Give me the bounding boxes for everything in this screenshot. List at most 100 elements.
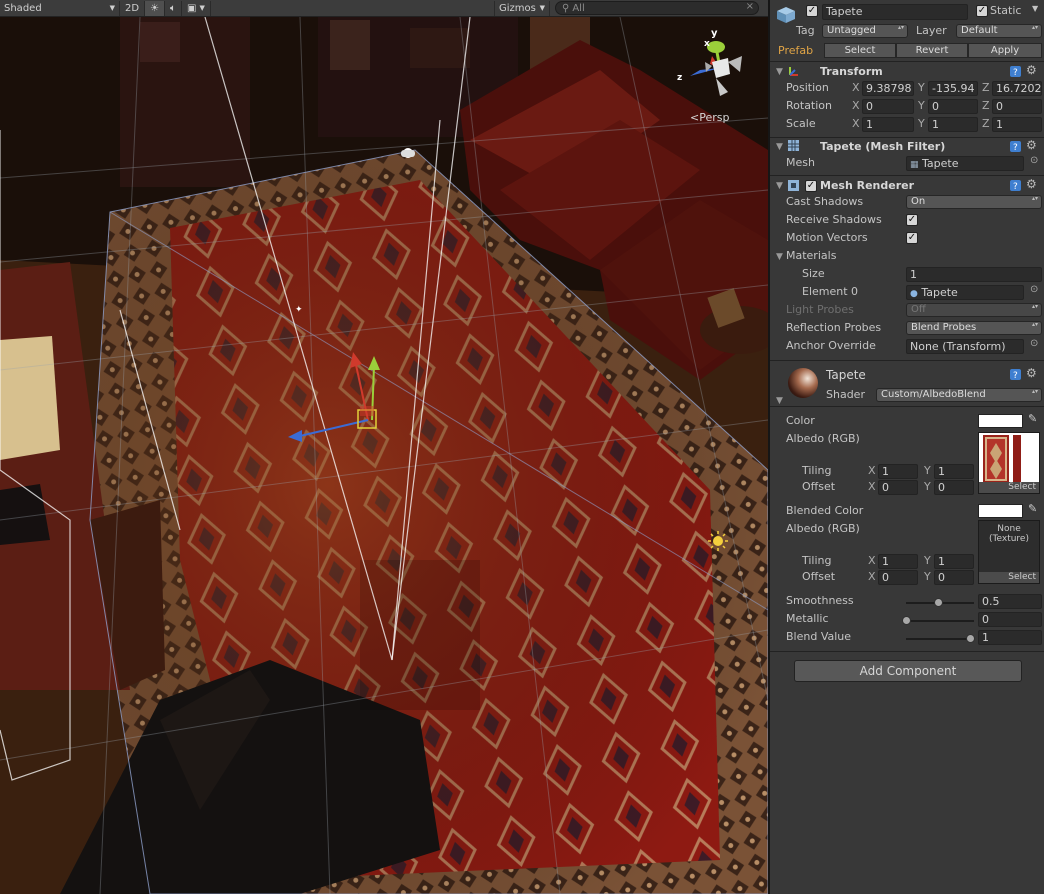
offset2-y-field[interactable]: 0 (934, 570, 974, 585)
gizmos-dropdown[interactable]: Gizmos ▼ (494, 0, 550, 16)
color-swatch[interactable] (978, 414, 1023, 428)
cast-shadows-label: Cast Shadows (786, 195, 864, 208)
none-texture-line2: (Texture) (989, 534, 1029, 544)
mesh-renderer-foldout-arrow-icon[interactable]: ▼ (776, 181, 783, 191)
material-help-icon[interactable]: ? (1010, 369, 1021, 381)
tiling-x-label: X (868, 464, 876, 477)
mesh-renderer-enabled-checkbox[interactable]: ✓ (805, 180, 817, 192)
metallic-slider-track[interactable] (906, 620, 974, 622)
blend-slider-handle[interactable] (966, 634, 975, 643)
scene-view[interactable]: Shaded ▼ 2D ☀ 🔈︎ ▣ ▼ Gizmos ▼ ⚲ All × ✦ … (0, 0, 768, 894)
effects-toggle-icon[interactable]: ▣ ▼ (182, 0, 211, 16)
transform-settings-gear-icon[interactable]: ⚙ (1026, 63, 1037, 77)
blend-value-field[interactable]: 1 (978, 630, 1042, 645)
rug-texture-thumbnail-icon (979, 433, 1039, 485)
mesh-filter-foldout-arrow-icon[interactable]: ▼ (776, 142, 783, 152)
tiling-y-field[interactable]: 1 (934, 464, 974, 479)
material-foldout-arrow-icon[interactable]: ▼ (776, 396, 783, 406)
transform-foldout-arrow-icon[interactable]: ▼ (776, 67, 783, 77)
mesh-renderer-settings-gear-icon[interactable]: ⚙ (1026, 177, 1037, 191)
offset2-x-field[interactable]: 0 (878, 570, 918, 585)
point-light-gizmo-icon[interactable] (708, 531, 728, 551)
offset-y-label: Y (924, 480, 931, 493)
anchor-override-field[interactable]: None (Transform) (906, 339, 1024, 354)
smoothness-slider-handle[interactable] (934, 598, 943, 607)
rotation-y-field[interactable]: 0 (928, 99, 978, 114)
position-y-field[interactable]: -135.94 (928, 81, 978, 96)
prefab-select-button[interactable]: Select (824, 43, 896, 58)
scale-x-field[interactable]: 1 (862, 117, 914, 132)
albedo-texture-slot[interactable]: Select (978, 432, 1040, 494)
offset2-x-label: X (868, 570, 876, 583)
anchor-override-picker-icon[interactable]: ⊙ (1030, 338, 1038, 349)
tiling-x-field[interactable]: 1 (878, 464, 918, 479)
blend-slider-track[interactable] (906, 638, 974, 640)
static-checkbox[interactable]: ✓ (976, 5, 988, 17)
mesh-filter-settings-gear-icon[interactable]: ⚙ (1026, 138, 1037, 152)
dropdown-arrow-icon: ▼ (109, 4, 115, 12)
shading-mode-dropdown[interactable]: Shaded ▼ (0, 0, 120, 16)
svg-text:✦: ✦ (295, 305, 303, 315)
svg-text:?: ? (1013, 371, 1018, 380)
material-settings-gear-icon[interactable]: ⚙ (1026, 366, 1037, 380)
light-probes-label: Light Probes (786, 303, 854, 316)
clear-search-icon[interactable]: × (746, 1, 754, 12)
rotation-x-field[interactable]: 0 (862, 99, 914, 114)
albedo2-texture-slot[interactable]: None (Texture) Select (978, 520, 1040, 584)
audio-toggle-icon[interactable]: 🔈︎ (165, 0, 183, 16)
materials-foldout-arrow-icon[interactable]: ▼ (776, 252, 783, 262)
reflection-probes-label: Reflection Probes (786, 321, 882, 334)
materials-size-field[interactable]: 1 (906, 267, 1042, 282)
rotation-z-field[interactable]: 0 (992, 99, 1042, 114)
layer-dropdown[interactable]: Default (956, 24, 1042, 38)
object-name-input[interactable]: Tapete (822, 4, 968, 20)
position-z-label: Z (982, 81, 990, 94)
element0-object-field[interactable]: ● Tapete (906, 285, 1024, 300)
position-z-field[interactable]: 16.7202 (992, 81, 1042, 96)
tiling2-y-field[interactable]: 1 (934, 554, 974, 569)
motion-vectors-checkbox[interactable]: ✓ (906, 232, 918, 244)
metallic-field[interactable]: 0 (978, 612, 1042, 627)
element0-picker-icon[interactable]: ⊙ (1030, 284, 1038, 295)
prefab-revert-button[interactable]: Revert (896, 43, 968, 58)
scene-search-input[interactable]: ⚲ All × (555, 1, 759, 15)
scale-y-field[interactable]: 1 (928, 117, 978, 132)
albedo-select-button[interactable]: Select (979, 482, 1039, 493)
add-component-button[interactable]: Add Component (794, 660, 1022, 682)
scale-z-field[interactable]: 1 (992, 117, 1042, 132)
albedo2-select-button[interactable]: Select (979, 572, 1039, 583)
offset-x-field[interactable]: 0 (878, 480, 918, 495)
mesh-filter-help-icon[interactable]: ? (1010, 141, 1021, 153)
lighting-toggle-icon[interactable]: ☀ (145, 0, 166, 16)
mesh-object-field[interactable]: ▦ Tapete (906, 156, 1024, 171)
shader-dropdown[interactable]: Custom/AlbedoBlend (876, 388, 1042, 402)
tag-dropdown[interactable]: Untagged (822, 24, 908, 38)
tiling2-x-field[interactable]: 1 (878, 554, 918, 569)
none-texture-line1: None (997, 524, 1021, 534)
mesh-renderer-help-icon[interactable]: ? (1010, 180, 1021, 192)
blended-color-eyedropper-icon[interactable]: ✎ (1028, 502, 1037, 515)
offset2-y-label: Y (924, 570, 931, 583)
reflection-probes-dropdown[interactable]: Blend Probes (906, 321, 1042, 335)
receive-shadows-checkbox[interactable]: ✓ (906, 214, 918, 226)
mesh-picker-icon[interactable]: ⊙ (1030, 155, 1038, 166)
projection-label[interactable]: <Persp (690, 111, 729, 124)
position-x-field[interactable]: 9.38798 (862, 81, 914, 96)
cast-shadows-dropdown[interactable]: On (906, 195, 1042, 209)
tiling-label: Tiling (802, 464, 832, 477)
transform-help-icon[interactable]: ? (1010, 66, 1021, 78)
smoothness-field[interactable]: 0.5 (978, 594, 1042, 609)
metallic-slider-handle[interactable] (902, 616, 911, 625)
prefab-apply-button[interactable]: Apply (968, 43, 1042, 58)
color-eyedropper-icon[interactable]: ✎ (1028, 412, 1037, 425)
material-preview-sphere-icon (788, 368, 818, 398)
transform-axes-icon (788, 66, 799, 77)
offset-y-field[interactable]: 0 (934, 480, 974, 495)
projection-text: Persp (699, 111, 730, 124)
blend-value-label: Blend Value (786, 630, 852, 643)
blended-color-swatch[interactable] (978, 504, 1023, 518)
active-checkbox[interactable]: ✓ (806, 5, 818, 17)
2d-toggle-button[interactable]: 2D (120, 0, 146, 16)
static-dropdown-arrow-icon[interactable]: ▼ (1032, 4, 1038, 13)
dropdown-arrow-icon: ▼ (539, 4, 545, 12)
